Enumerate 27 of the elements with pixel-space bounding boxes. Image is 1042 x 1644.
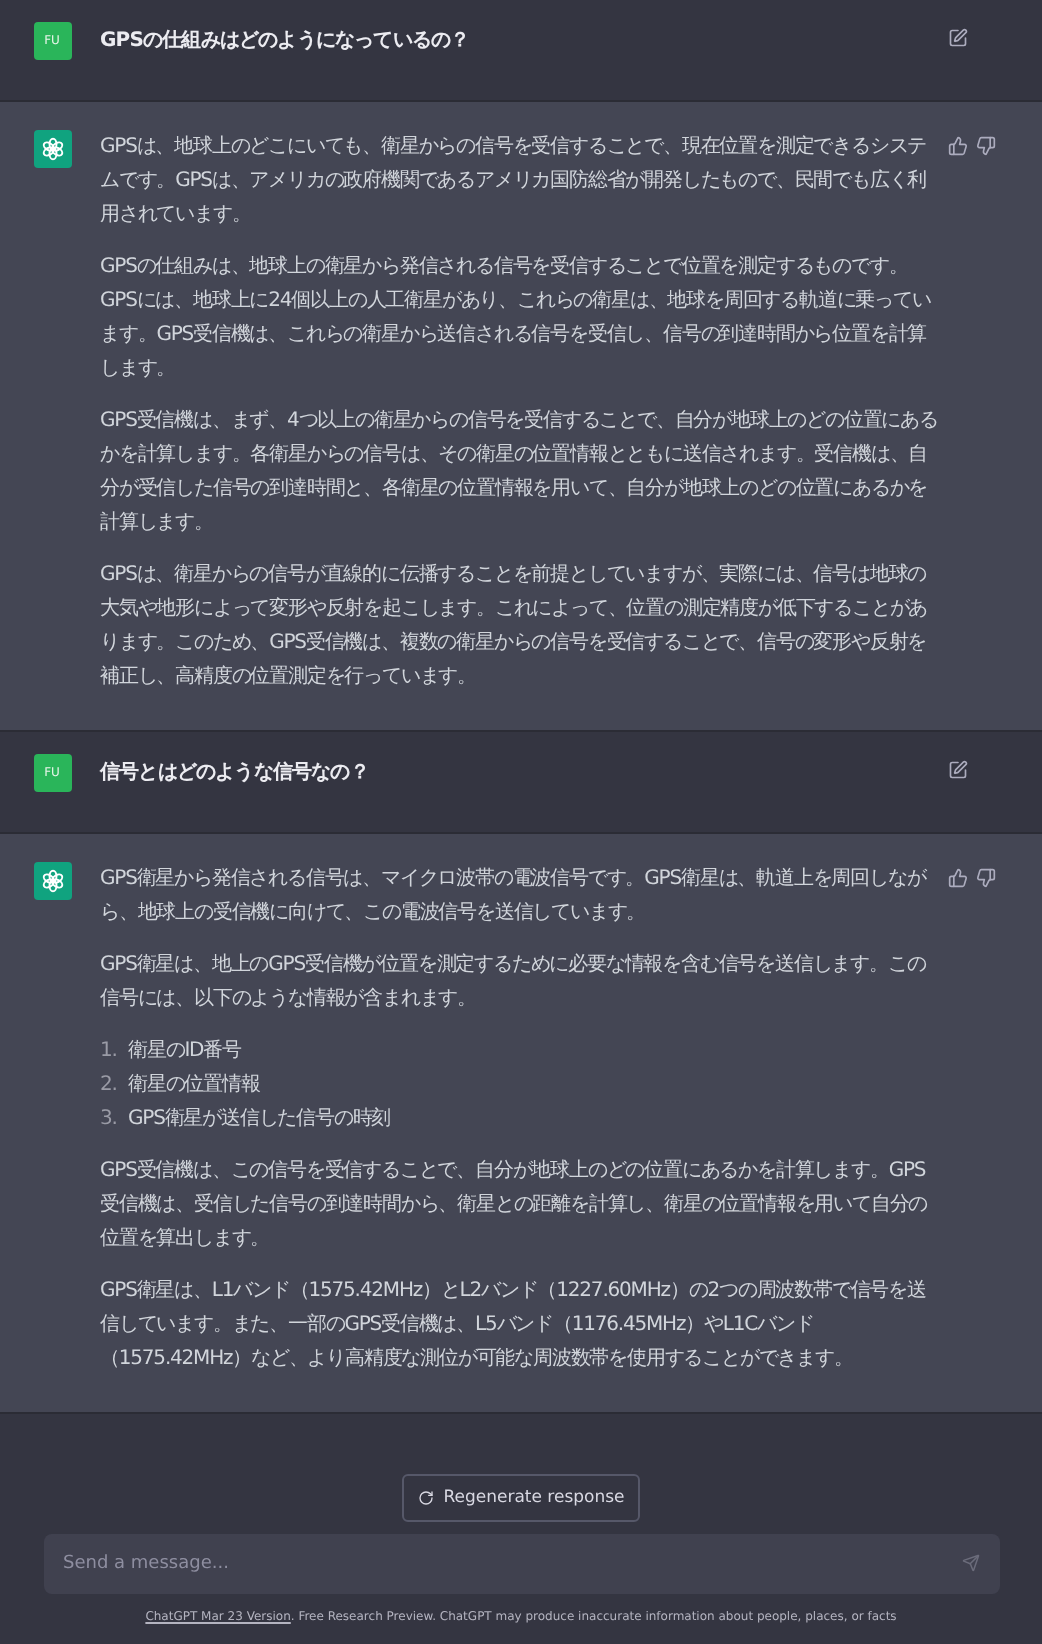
- user-message: GPSの仕組みはどのようになっているの？: [100, 27, 472, 56]
- message-input[interactable]: Send a message...: [43, 1534, 999, 1594]
- thumbs-down-icon[interactable]: [976, 136, 996, 156]
- logo-icon: [39, 136, 65, 162]
- list-item: 衛星のID番号: [128, 1037, 241, 1066]
- message-paragraph: GPS衛星は、L1バンド（1575.42MHz）とL2バンド（1227.60MHz）の2つの周波数帯で信号を送信しています。また、一部のGPS受信機は、L5バンド（1176.45MHz）やL1Cバンド（1575.42MHz）など、より高精度な測位が可能な周波数帯を使用することができます。: [100, 1277, 928, 1374]
- edit-icon[interactable]: [948, 28, 968, 48]
- message-paragraph: GPSは、地球上のどこにいても、衛星からの信号を受信することで、現在位置を測定できるシステムです。GPSは、アメリカの政府機関であるアメリカ国防総省が開発したもので、民間でも広く利用されています。: [100, 133, 929, 230]
- refresh-icon: [417, 1490, 434, 1506]
- thumbs-down-icon[interactable]: [976, 868, 996, 888]
- message-paragraph: GPS衛星から発信される信号は、マイクロ波帯の電波信号です。GPS衛星は、軌道上を周回しながら、地球上の受信機に向けて、この電波信号を送信しています。: [100, 865, 929, 928]
- message-paragraph: GPSの仕組みは、地球上の衛星から発信される信号を受信することで位置を測定するものです。GPSには、地球上に24個以上の人工衛星があり、これらの衛星は、地球を周回する軌道に乗っています。GPS受信機は、これらの衛星から送信される信号を受信し、信号の到達時間から位置を計算します。: [100, 253, 933, 384]
- user-message: 信号とはどのような信号なの？: [100, 759, 371, 788]
- logo-icon: [39, 868, 65, 894]
- list-number: 1.: [100, 1038, 116, 1066]
- list-item: GPS衛星が送信した信号の時刻: [128, 1105, 391, 1134]
- list-number: 3.: [100, 1106, 116, 1134]
- message-paragraph: GPS受信機は、この信号を受信することで、自分が地球上のどの位置にあるかを計算します。GPS受信機は、受信した信号の到達時間から、衛星との距離を計算し、衛星の位置情報を用いて自分の位置を算出します。: [100, 1157, 930, 1254]
- message-paragraph: GPS衛星は、地上のGPS受信機が位置を測定するために必要な情報を含む信号を送信します。この信号には、以下のような情報が含まれます。: [100, 951, 928, 1014]
- list-number: 2.: [100, 1072, 116, 1100]
- regenerate-button[interactable]: Regenerate response: [401, 1474, 641, 1522]
- message-paragraph: GPSは、衛星からの信号が直線的に伝播することを前提としていますが、実際には、信号は地球の大気や地形によって変形や反射を起こします。これによって、位置の測定精度が低下することがあります。このため、GPS受信機は、複数の衛星からの信号を受信することで、信号の変形や反射を補正し、高精度の位置測定を行っています。: [100, 561, 930, 692]
- message-paragraph: GPS受信機は、まず、4つ以上の衛星からの信号を受信することで、自分が地球上のどの位置にあるかを計算します。各衛星からの信号は、その衛星の位置情報とともに送信されます。受信機は、自分が受信した信号の到達時間と、各衛星の位置情報を用いて、自分が地球上のどの位置にあるかを計算します。: [100, 407, 940, 538]
- thumbs-up-icon[interactable]: [948, 868, 968, 888]
- thumbs-up-icon[interactable]: [948, 136, 968, 156]
- list-item: 衛星の位置情報: [128, 1071, 260, 1100]
- edit-icon[interactable]: [948, 760, 968, 780]
